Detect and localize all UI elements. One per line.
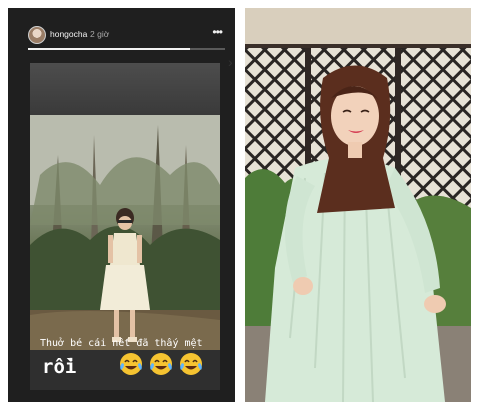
avatar[interactable]	[28, 26, 46, 44]
face-with-tears-of-joy-icon	[180, 353, 202, 375]
more-options-icon[interactable]: •••	[212, 26, 223, 38]
emoji-row	[118, 351, 208, 381]
timestamp: 2 giờ	[90, 29, 110, 39]
story-progress-fill	[28, 48, 190, 50]
story-caption-line-1: Thuở bé cái nết đã thấy mệt	[40, 338, 203, 349]
portrait-photo	[245, 8, 471, 402]
story-header: hongocha 2 giờ •••	[28, 26, 228, 48]
face-with-tears-of-joy-icon	[120, 353, 142, 375]
story-caption-line-2: rồi	[42, 356, 77, 378]
portrait-photo-illustration	[245, 8, 471, 402]
childhood-photo-illustration	[30, 115, 220, 350]
username[interactable]: hongocha	[50, 29, 87, 39]
face-with-tears-of-joy-icon	[150, 353, 172, 375]
childhood-photo	[30, 115, 220, 350]
story-top-band	[30, 63, 220, 115]
chevron-right-icon[interactable]: ›	[228, 54, 233, 70]
story-progress-bar	[28, 48, 225, 50]
